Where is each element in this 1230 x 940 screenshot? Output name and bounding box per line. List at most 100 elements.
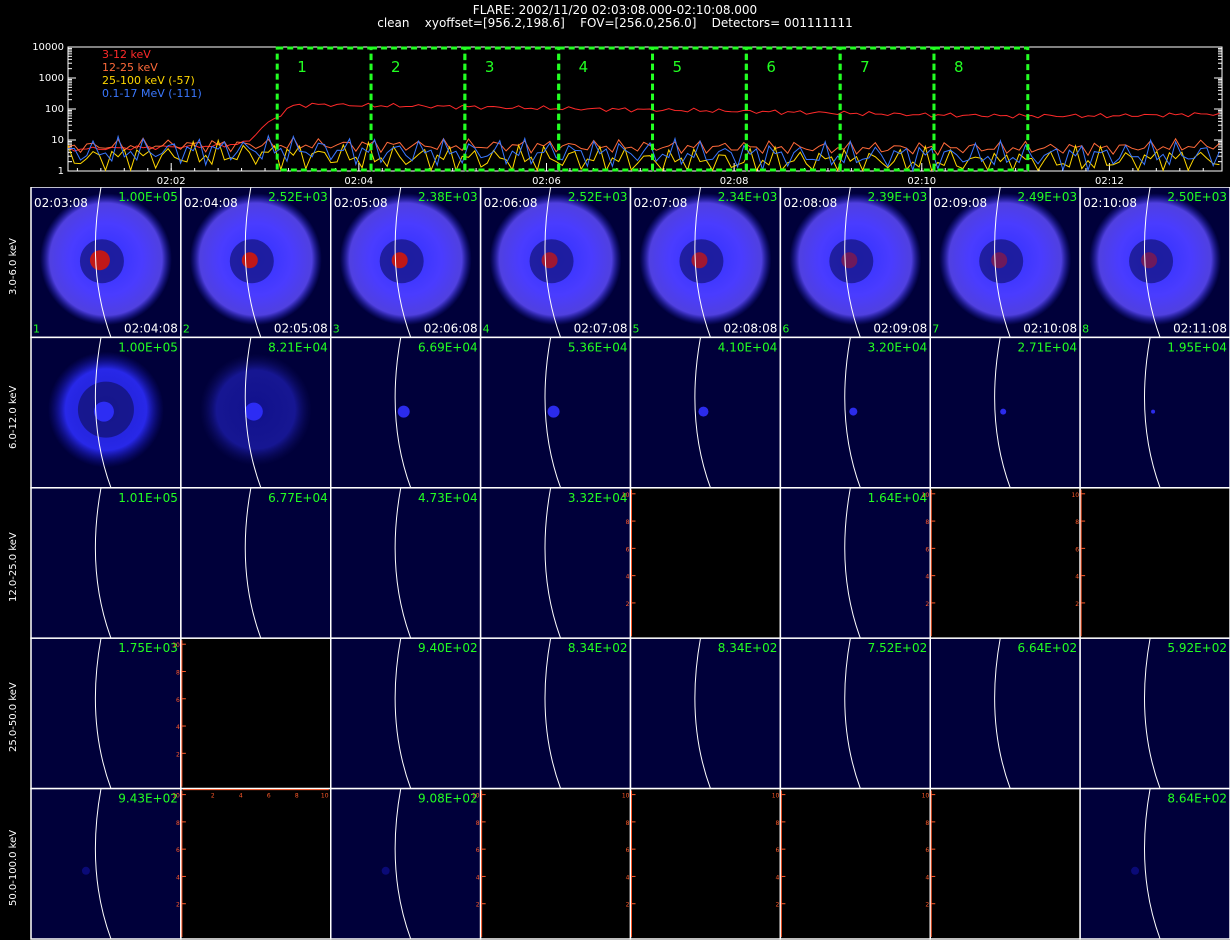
max-value-label: 1.64E+04: [868, 491, 928, 505]
interval-number: 4: [483, 322, 490, 335]
empty-axis-label: 2: [626, 902, 630, 909]
end-time-label: 02:11:08: [1173, 321, 1227, 335]
end-time-label: 02:09:08: [873, 321, 927, 335]
max-value-label: 3.32E+04: [568, 491, 628, 505]
max-value-label: 8.34E+02: [718, 641, 778, 655]
image-panel: [629, 787, 782, 940]
empty-axis-label: 2: [176, 751, 180, 758]
empty-axis-label: 6: [176, 847, 180, 854]
empty-axis-label: 4: [239, 793, 243, 800]
y-tick-label: 100: [45, 104, 64, 115]
end-time-label: 02:04:08: [124, 321, 178, 335]
interval-number: 2: [183, 322, 190, 335]
source-core: [841, 252, 858, 269]
end-time-label: 02:10:08: [1023, 321, 1077, 335]
start-time-label: 02:05:08: [334, 196, 388, 210]
row-label: 3.0-6.0 keV: [8, 238, 19, 296]
source-core: [541, 252, 558, 269]
source-core: [391, 252, 408, 269]
empty-axis-label: 10: [922, 793, 930, 800]
legend-entry: 3-12 keV: [102, 48, 151, 61]
image-panel: [30, 487, 182, 639]
empty-axis-label: 10: [622, 793, 630, 800]
interval-number: 6: [782, 322, 789, 335]
source-core: [1151, 409, 1156, 414]
legend-entry: 12-25 keV: [102, 61, 158, 74]
max-value-label: 4.73E+04: [418, 491, 478, 505]
image-panel: [180, 787, 332, 940]
plot-subtitle: clean xyoffset=[956.2,198.6] FOV=[256.0,…: [377, 16, 853, 30]
interval-label: 7: [860, 58, 870, 76]
interval-label: 2: [391, 58, 401, 76]
max-value-label: 2.34E+03: [718, 190, 778, 204]
max-value-label: 1.75E+03: [118, 641, 178, 655]
empty-axis-label: 6: [925, 546, 929, 553]
max-value-label: 8.34E+02: [568, 641, 628, 655]
start-time-label: 02:06:08: [484, 196, 538, 210]
source-core: [1141, 252, 1158, 269]
empty-axis-label: 2: [476, 902, 480, 909]
max-value-label: 6.69E+04: [418, 340, 478, 354]
source-core: [89, 250, 110, 271]
empty-axis-label: 8: [626, 820, 630, 827]
image-panel: [929, 487, 1081, 639]
empty-axis-label: 8: [626, 519, 630, 526]
row-label: 6.0-12.0 keV: [8, 385, 19, 449]
empty-axis-label: 2: [776, 902, 780, 909]
image-panel: [629, 637, 782, 790]
source-core: [849, 407, 858, 416]
max-value-label: 6.77E+04: [268, 491, 328, 505]
y-tick-label: 1: [58, 166, 64, 177]
source-blob: [381, 866, 390, 875]
image-panel: [779, 487, 931, 639]
image-panel: [929, 787, 1081, 940]
image-panel: [479, 487, 632, 639]
max-value-label: 1.01E+05: [118, 491, 178, 505]
max-value-label: 9.40E+02: [418, 641, 478, 655]
empty-axis-label: 4: [776, 874, 780, 881]
legend-entry: 25-100 keV (-57): [102, 74, 195, 87]
image-panel: [629, 487, 782, 639]
start-time-label: 02:10:08: [1083, 196, 1137, 210]
x-tick-label: 02:04: [344, 176, 373, 184]
source-core: [698, 406, 709, 417]
interval-label: 3: [485, 58, 495, 76]
source-blob: [1131, 866, 1140, 875]
image-panel: [1079, 787, 1230, 940]
max-value-label: 8.21E+04: [268, 340, 328, 354]
source-core: [1000, 408, 1007, 415]
empty-axis-label: 6: [1075, 546, 1079, 553]
source-core: [547, 405, 560, 418]
end-time-label: 02:05:08: [274, 321, 328, 335]
interval-label: 1: [297, 58, 307, 76]
image-panel: [779, 637, 931, 790]
empty-axis-label: 2: [176, 902, 180, 909]
image-panel: [180, 487, 332, 639]
empty-axis-label: 4: [626, 574, 630, 581]
start-time-label: 02:08:08: [783, 196, 837, 210]
image-panel: [180, 637, 332, 790]
max-value-label: 2.50E+03: [1167, 190, 1227, 204]
interval-label: 6: [766, 58, 776, 76]
end-time-label: 02:07:08: [574, 321, 628, 335]
empty-axis-label: 10: [922, 492, 930, 499]
empty-axis-label: 6: [476, 847, 480, 854]
image-panel: [330, 637, 482, 790]
max-value-label: 2.52E+03: [268, 190, 328, 204]
empty-axis-label: 6: [267, 793, 271, 800]
empty-axis-label: 10: [1071, 492, 1079, 499]
empty-axis-label: 8: [1075, 519, 1079, 526]
end-time-label: 02:08:08: [723, 321, 777, 335]
source-core: [244, 402, 263, 421]
image-panel: [479, 637, 632, 790]
max-value-label: 1.00E+05: [118, 340, 178, 354]
source-core: [991, 252, 1008, 269]
interval-number: 8: [1082, 322, 1089, 335]
empty-axis-label: 10: [472, 793, 480, 800]
x-tick-label: 02:10: [907, 176, 936, 184]
image-grid: 1.00E+05 02:03:08 02:04:08 1 2.52E+03 02:04:0…: [30, 187, 1230, 940]
empty-axis-label: 4: [1075, 574, 1079, 581]
source-core: [241, 252, 258, 269]
empty-axis-label: 2: [211, 793, 215, 800]
y-tick-label: 1000: [39, 73, 64, 84]
